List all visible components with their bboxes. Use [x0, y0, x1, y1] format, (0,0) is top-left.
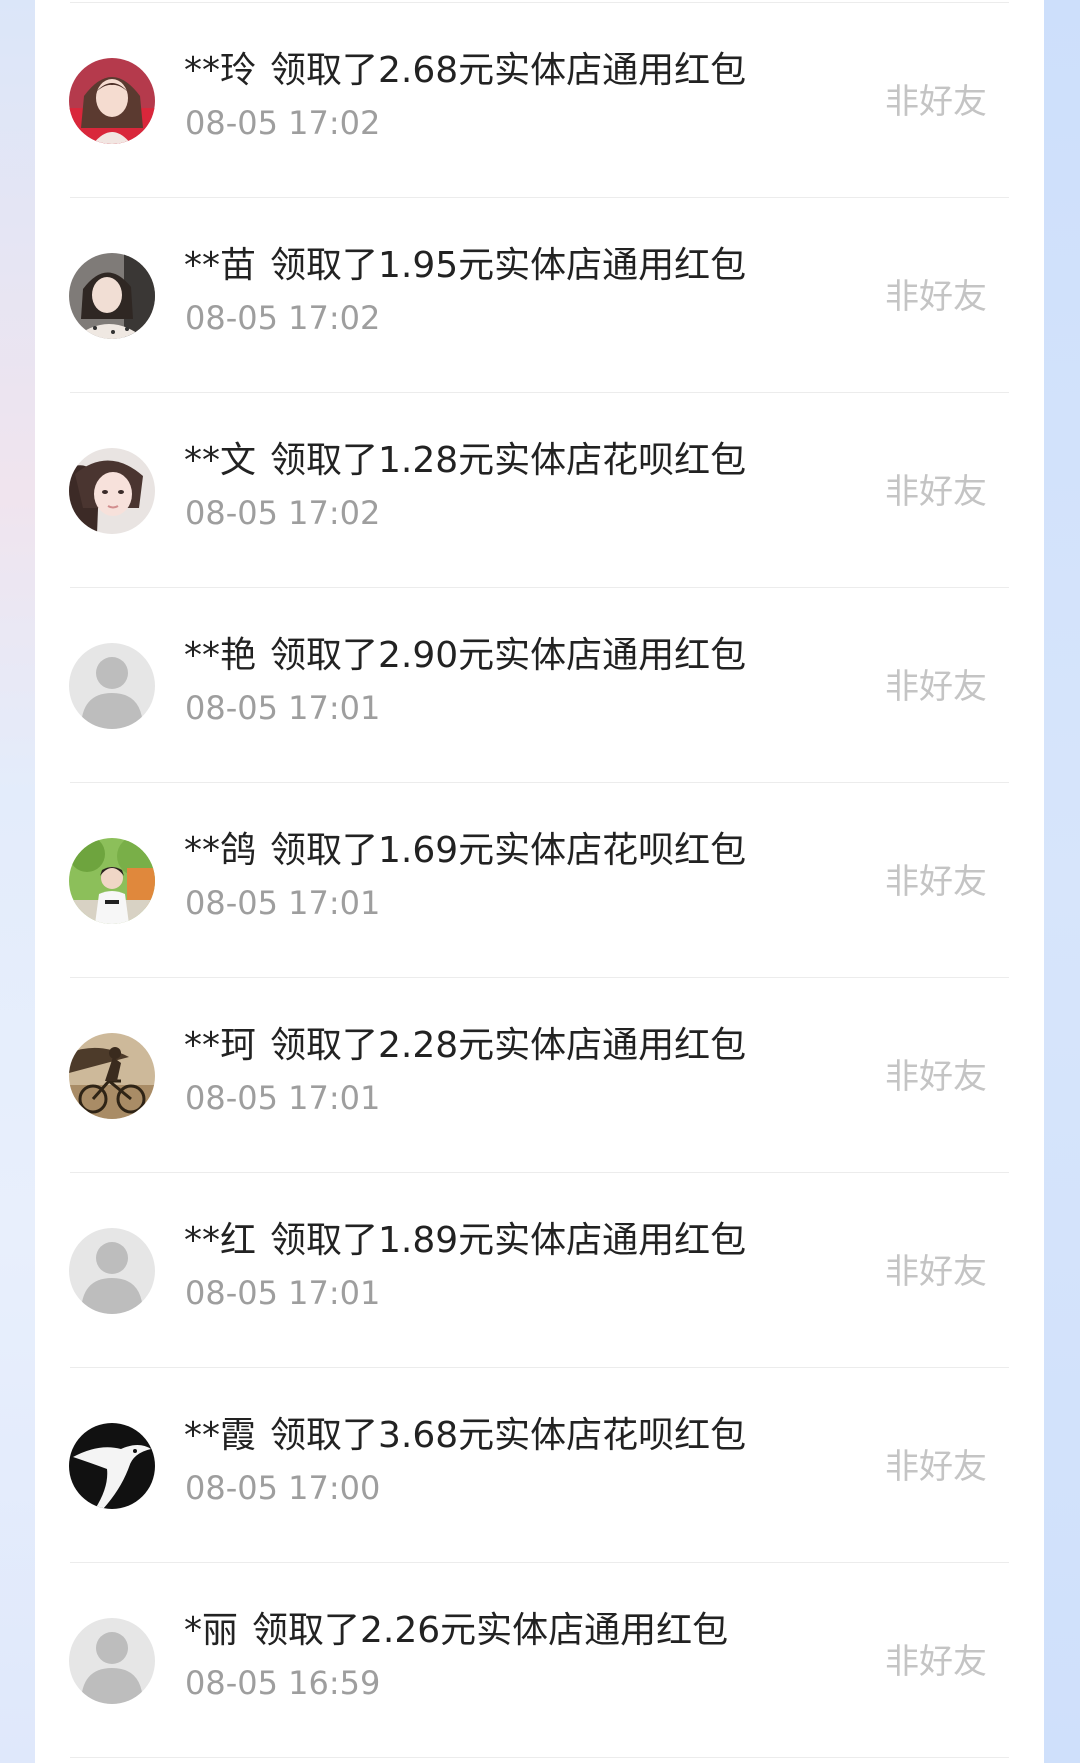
photo-avatar-outdoor-icon[interactable]: [69, 838, 155, 924]
record-action: 领取了2.68元实体店通用红包: [270, 50, 747, 91]
record-title: **霞 领取了3.68元实体店花呗红包: [184, 1414, 746, 1458]
record-title: *丽 领取了2.26元实体店通用红包: [184, 1609, 728, 1653]
record-action: 领取了1.69元实体店花呗红包: [270, 830, 747, 871]
user-name: **苗: [184, 245, 257, 286]
record-title: **红 领取了1.89元实体店通用红包: [184, 1219, 746, 1263]
friend-status: 非好友: [885, 277, 987, 317]
record-action: 领取了3.68元实体店花呗红包: [270, 1415, 747, 1456]
record-title: **艳 领取了2.90元实体店通用红包: [184, 634, 746, 678]
list-item[interactable]: **霞 领取了3.68元实体店花呗红包 08-05 17:00 非好友: [35, 1368, 1044, 1563]
record-time: 08-05 17:02: [185, 299, 381, 337]
list-item[interactable]: **鸽 领取了1.69元实体店花呗红包 08-05 17:01 非好友: [35, 783, 1044, 978]
record-title: **苗 领取了1.95元实体店通用红包: [184, 244, 746, 288]
user-name: *丽: [184, 1610, 239, 1651]
friend-status: 非好友: [885, 82, 987, 122]
record-title: **珂 领取了2.28元实体店通用红包: [184, 1024, 746, 1068]
record-action: 领取了2.28元实体店通用红包: [270, 1025, 747, 1066]
left-background-edge: [0, 0, 35, 1763]
user-name: **红: [184, 1220, 257, 1261]
record-time: 08-05 17:01: [185, 1079, 381, 1117]
row-divider: [70, 1757, 1009, 1758]
photo-avatar-girl-icon[interactable]: [69, 448, 155, 534]
record-action: 领取了1.89元实体店通用红包: [270, 1220, 747, 1261]
friend-status: 非好友: [885, 1642, 987, 1682]
record-title: **鸽 领取了1.69元实体店花呗红包: [184, 829, 746, 873]
friend-status: 非好友: [885, 862, 987, 902]
user-name: **鸽: [184, 830, 257, 871]
list-item[interactable]: *丽 领取了2.26元实体店通用红包 08-05 16:59 非好友: [35, 1563, 1044, 1758]
user-name: **玲: [184, 50, 257, 91]
red-packet-record-list[interactable]: **玲 领取了2.68元实体店通用红包 08-05 17:02 非好友 **苗 领取…: [35, 0, 1044, 1763]
photo-avatar-girl-red-icon[interactable]: [69, 58, 155, 144]
friend-status: 非好友: [885, 1447, 987, 1487]
record-time: 08-05 17:01: [185, 1274, 381, 1312]
friend-status: 非好友: [885, 1252, 987, 1292]
record-time: 08-05 16:59: [185, 1664, 381, 1702]
photo-avatar-girl-icon[interactable]: [69, 253, 155, 339]
list-item[interactable]: **艳 领取了2.90元实体店通用红包 08-05 17:01 非好友: [35, 588, 1044, 783]
user-name: **珂: [184, 1025, 257, 1066]
friend-status: 非好友: [885, 667, 987, 707]
default-avatar-icon[interactable]: [69, 643, 155, 729]
user-name: **艳: [184, 635, 257, 676]
record-action: 领取了2.90元实体店通用红包: [270, 635, 747, 676]
list-item[interactable]: **珂 领取了2.28元实体店通用红包 08-05 17:01 非好友: [35, 978, 1044, 1173]
friend-status: 非好友: [885, 472, 987, 512]
record-action: 领取了1.95元实体店通用红包: [270, 245, 747, 286]
photo-avatar-dark-icon[interactable]: [69, 1423, 155, 1509]
record-time: 08-05 17:02: [185, 104, 381, 142]
list-item[interactable]: **文 领取了1.28元实体店花呗红包 08-05 17:02 非好友: [35, 393, 1044, 588]
list-item[interactable]: **苗 领取了1.95元实体店通用红包 08-05 17:02 非好友: [35, 198, 1044, 393]
record-action: 领取了2.26元实体店通用红包: [252, 1610, 729, 1651]
user-name: **文: [184, 440, 257, 481]
user-name: **霞: [184, 1415, 257, 1456]
default-avatar-icon[interactable]: [69, 1228, 155, 1314]
record-title: **文 领取了1.28元实体店花呗红包: [184, 439, 746, 483]
record-time: 08-05 17:02: [185, 494, 381, 532]
list-item[interactable]: **玲 领取了2.68元实体店通用红包 08-05 17:02 非好友: [35, 3, 1044, 198]
photo-avatar-bicycle-icon[interactable]: [69, 1033, 155, 1119]
list-item[interactable]: **红 领取了1.89元实体店通用红包 08-05 17:01 非好友: [35, 1173, 1044, 1368]
friend-status: 非好友: [885, 1057, 987, 1097]
record-time: 08-05 17:01: [185, 689, 381, 727]
default-avatar-icon[interactable]: [69, 1618, 155, 1704]
record-time: 08-05 17:00: [185, 1469, 381, 1507]
record-action: 领取了1.28元实体店花呗红包: [270, 440, 747, 481]
record-title: **玲 领取了2.68元实体店通用红包: [184, 49, 746, 93]
right-background-edge: [1044, 0, 1080, 1763]
record-time: 08-05 17:01: [185, 884, 381, 922]
